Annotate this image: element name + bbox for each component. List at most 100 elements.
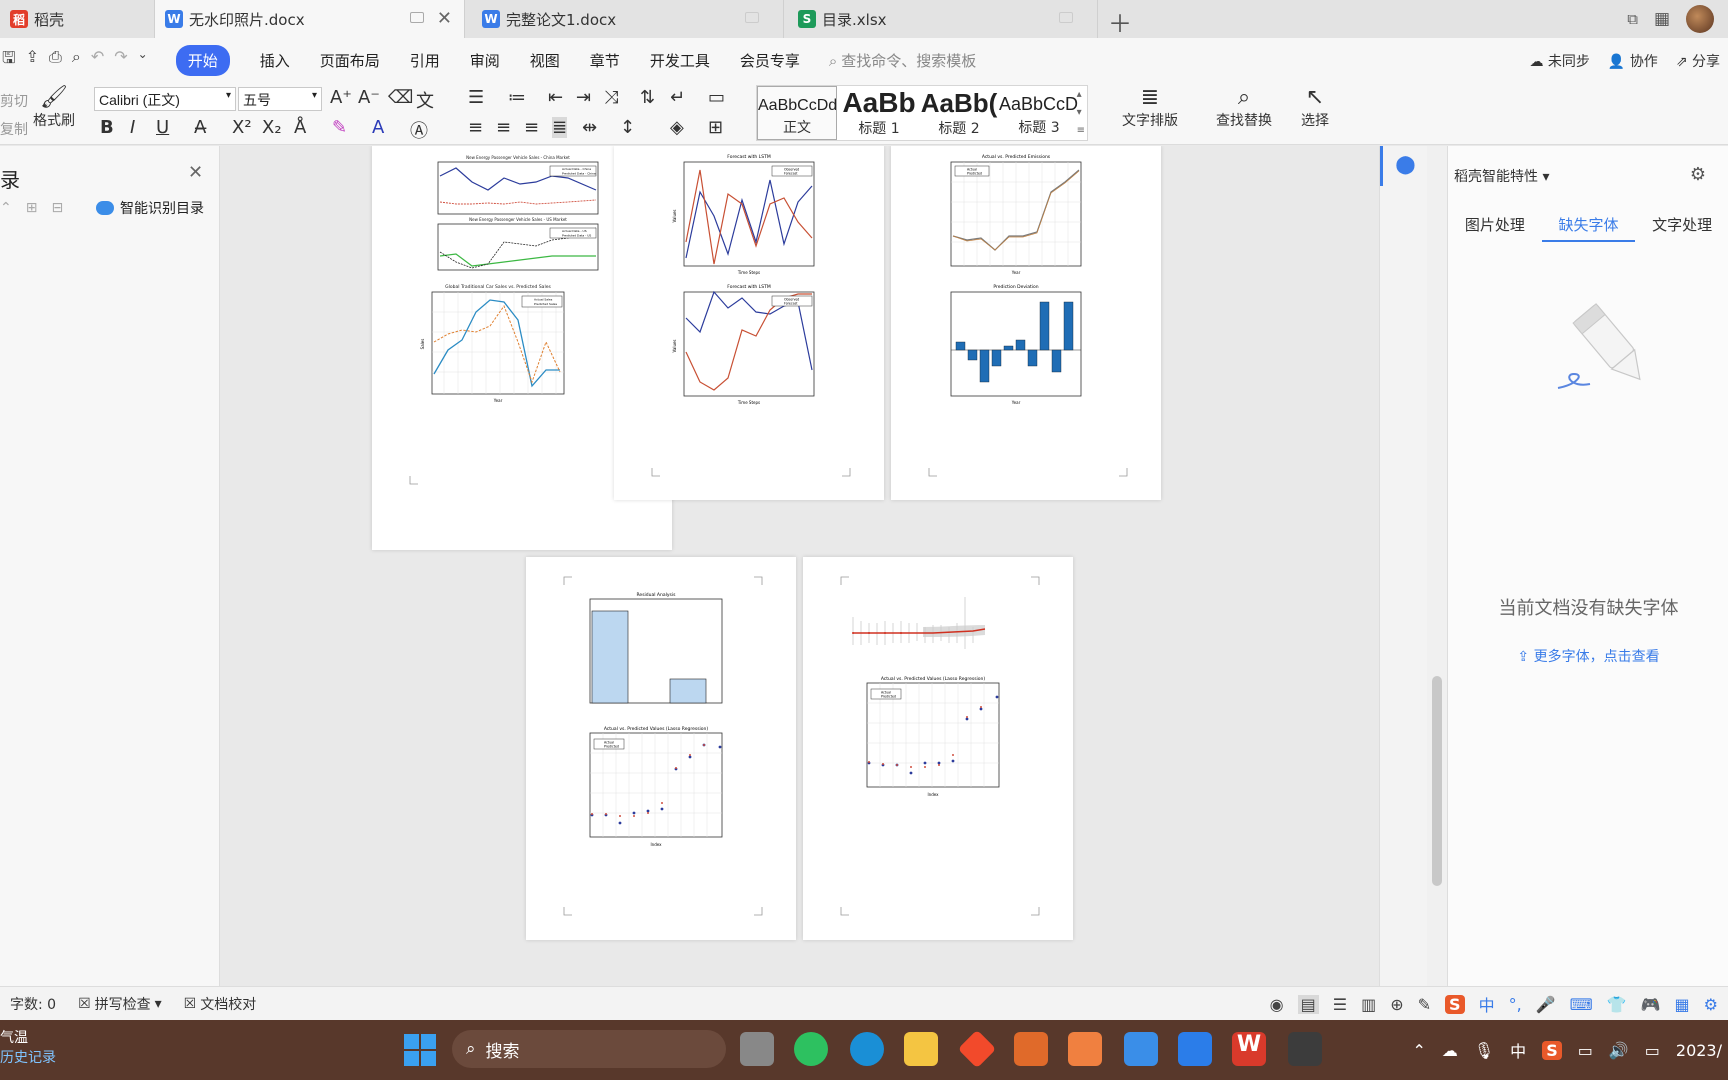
window-icon[interactable] [410, 12, 424, 23]
tab-image-processing[interactable]: 图片处理 [1448, 206, 1542, 242]
new-tab-icon[interactable]: ＋ [1108, 4, 1132, 39]
mic-icon[interactable]: 🎙 [1474, 1041, 1494, 1060]
window-icon[interactable] [1059, 12, 1073, 23]
window-icon[interactable] [745, 12, 759, 23]
pen-icon[interactable]: ✎ [1418, 995, 1431, 1014]
wechat-icon[interactable] [794, 1032, 828, 1066]
taskbar-search[interactable]: ⌕ 搜索 [452, 1030, 726, 1068]
app-blue-icon[interactable] [1178, 1032, 1212, 1066]
cloud-off-icon[interactable]: ☁ [1442, 1041, 1458, 1060]
menu-chapter[interactable]: 章节 [590, 50, 620, 71]
expand-icon[interactable]: ⊞ [26, 200, 38, 216]
text-layout-button[interactable]: ≣ 文字排版 [1110, 85, 1190, 130]
web-view-icon[interactable]: ⊕ [1390, 995, 1403, 1014]
underline-icon[interactable]: U [156, 117, 169, 138]
file-explorer-icon[interactable] [904, 1032, 938, 1066]
justify-icon[interactable]: ≣ [552, 117, 568, 138]
edge-icon[interactable] [850, 1032, 884, 1066]
highlight-icon[interactable]: ✎ [332, 117, 347, 138]
panel-title[interactable]: 稻壳智能特性 ▾ [1454, 166, 1549, 186]
strikethrough-icon[interactable]: A̶ [194, 117, 206, 138]
tab-doc-2[interactable]: W 完整论文1.docx [472, 0, 784, 38]
gamepad-icon[interactable]: 🎮 [1641, 995, 1661, 1014]
font-name-select[interactable]: Calibri (正文) ▾ [94, 87, 236, 111]
line-spacing-icon[interactable]: ↕ [620, 117, 635, 138]
ruler-icon[interactable]: ▭ [708, 87, 725, 108]
italic-icon[interactable]: I [130, 117, 135, 138]
grow-font-icon[interactable]: A⁺ [330, 87, 352, 108]
eye-icon[interactable]: ◉ [1270, 995, 1284, 1014]
chinese-layout-icon[interactable]: ⤨ [604, 87, 618, 108]
indent-icon[interactable]: ⇥ [576, 87, 591, 108]
skin-icon[interactable]: 👕 [1607, 995, 1627, 1014]
document-canvas[interactable]: New Energy Passenger Vehicle Sales - Chi… [221, 146, 1427, 986]
sogou-tray-icon[interactable]: S [1542, 1040, 1562, 1060]
punct-icon[interactable]: °, [1509, 995, 1522, 1014]
battery-icon[interactable]: ▭ [1645, 1041, 1660, 1060]
sync-button[interactable]: ☁ 未同步 [1529, 51, 1589, 71]
cut-button[interactable]: 剪切 [0, 91, 28, 111]
app-robot-icon[interactable] [1288, 1032, 1322, 1066]
style-heading-3[interactable]: AaBbCcDı 标题 3 [999, 86, 1079, 140]
vertical-scrollbar[interactable] [1427, 146, 1447, 986]
outdent-icon[interactable]: ⇤ [548, 87, 563, 108]
read-view-icon[interactable]: ▥ [1361, 995, 1376, 1014]
scroll-thumb[interactable] [1432, 676, 1442, 886]
app-orange-icon[interactable] [1068, 1032, 1102, 1066]
font-size-select[interactable]: 五号 ▾ [238, 87, 322, 111]
task-view-icon[interactable] [740, 1032, 774, 1066]
collapse-icon[interactable]: ⌃ [0, 200, 12, 216]
outline-view-icon[interactable]: ☰ [1333, 995, 1347, 1014]
chevron-down-icon[interactable]: ⌄ [138, 47, 148, 74]
chevron-up-icon[interactable]: ⌃ [1412, 1041, 1425, 1060]
bold-icon[interactable]: B [100, 117, 114, 138]
char-border-icon[interactable]: Ⓐ [410, 117, 428, 143]
app-diamond-icon[interactable] [957, 1029, 997, 1069]
marks-icon[interactable]: ↵ [670, 87, 685, 108]
align-left-icon[interactable]: ≡ [468, 117, 483, 138]
tab-xlsx[interactable]: S 目录.xlsx [788, 0, 1098, 38]
matlab-icon[interactable] [1014, 1032, 1048, 1066]
shading-icon[interactable]: ◈ [670, 117, 684, 138]
display-icon[interactable]: ▭ [1578, 1041, 1593, 1060]
notepad-icon[interactable] [1124, 1032, 1158, 1066]
share-button[interactable]: ⇗ 分享 [1676, 51, 1720, 71]
distribute-icon[interactable]: ⇹ [582, 117, 597, 138]
select-button[interactable]: ↖ 选择 [1292, 85, 1338, 130]
redo-icon[interactable]: ↷ [114, 47, 127, 74]
wps-icon[interactable]: W [1232, 1032, 1266, 1066]
smart-toc-button[interactable]: 智能识别目录 [96, 198, 204, 218]
font-color-icon[interactable]: A [372, 117, 384, 138]
style-heading-2[interactable]: AaBb( 标题 2 [919, 86, 999, 140]
weather-widget[interactable]: 气温 历史记录 [0, 1028, 56, 1068]
menu-view[interactable]: 视图 [530, 50, 560, 71]
collab-button[interactable]: 👤 协作 [1608, 51, 1658, 71]
undo-icon[interactable]: ↶ [91, 47, 104, 74]
word-count[interactable]: 字数: 0 [10, 994, 56, 1014]
print-icon[interactable]: ⎙ [49, 47, 62, 74]
style-heading-1[interactable]: AaBb 标题 1 [839, 86, 919, 140]
phonetic-icon[interactable]: 文 [416, 87, 434, 113]
text-effect-icon[interactable]: Å [294, 117, 306, 138]
close-icon[interactable]: ✕ [437, 8, 452, 29]
sort-icon[interactable]: ⇅ [640, 87, 655, 108]
menu-layout[interactable]: 页面布局 [320, 50, 380, 71]
tab-text-processing[interactable]: 文字处理 [1635, 206, 1728, 242]
close-icon[interactable]: ✕ [188, 162, 203, 183]
tab-doc-1[interactable]: W 无水印照片.docx ✕ [155, 0, 465, 38]
mic-icon[interactable]: 🎤 [1536, 995, 1556, 1014]
style-normal[interactable]: AaBbCcDd 正文 [757, 86, 837, 140]
avatar[interactable] [1686, 5, 1714, 33]
grid-icon[interactable]: ▦ [1654, 9, 1670, 29]
minus-icon[interactable]: ⊟ [51, 200, 63, 216]
settings-icon[interactable]: ⚙ [1704, 995, 1718, 1014]
align-center-icon[interactable]: ≡ [496, 117, 511, 138]
layout-icon[interactable]: ⧉ [1627, 10, 1638, 28]
shrink-font-icon[interactable]: A⁻ [358, 87, 380, 108]
menu-developer[interactable]: 开发工具 [650, 50, 710, 71]
toolbox-icon[interactable]: ▦ [1675, 995, 1690, 1014]
align-right-icon[interactable]: ≡ [524, 117, 539, 138]
location-icon[interactable]: ⬤ [1380, 146, 1428, 186]
menu-insert[interactable]: 插入 [260, 50, 290, 71]
windows-start-icon[interactable] [404, 1034, 436, 1066]
